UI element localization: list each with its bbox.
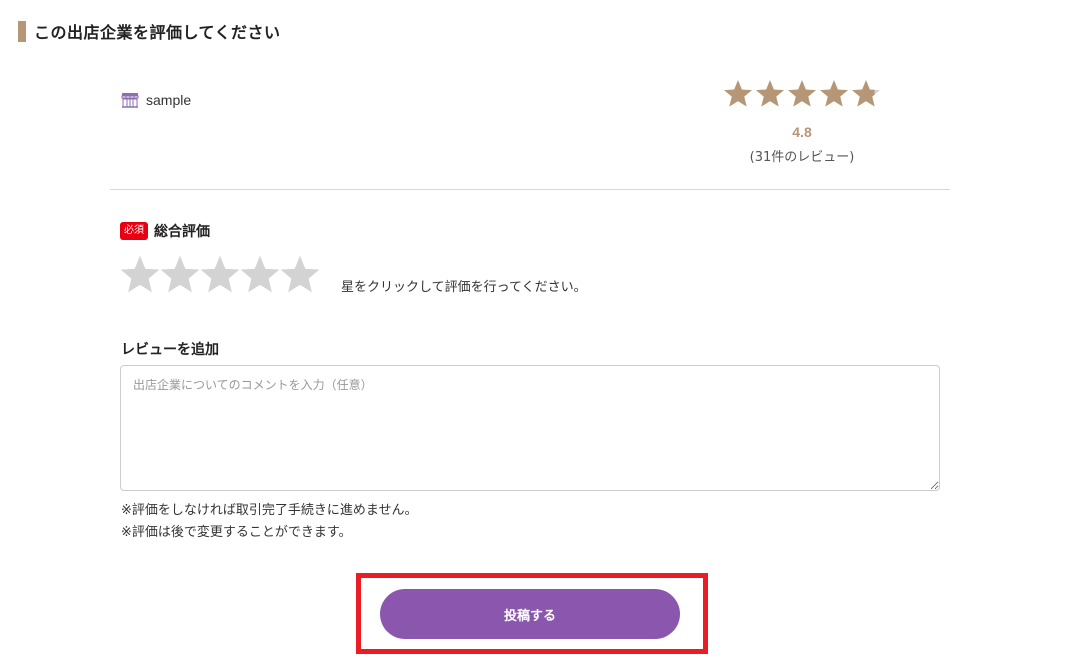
divider [110,189,950,190]
section-heading: この出店企業を評価してください [18,20,281,42]
rating-star-input[interactable] [118,253,320,297]
heading-accent-bar [18,20,26,42]
review-textarea[interactable] [120,365,940,491]
page-title: この出店企業を評価してください [34,23,281,42]
storefront-icon [121,92,139,108]
average-star-icon [786,78,818,116]
average-star-icon [754,78,786,116]
note-changeable: ※評価は後で変更することができます。 [121,525,352,540]
rating-star-1-icon[interactable] [118,253,160,297]
rating-star-4-icon[interactable] [238,253,280,297]
average-score: 4.8 [792,124,812,140]
average-star-icon [722,78,754,116]
rating-star-2-icon[interactable] [158,253,200,297]
rating-star-3-icon[interactable] [198,253,240,297]
submit-button[interactable]: 投稿する [380,589,680,639]
review-label: レビューを追加 [121,342,219,358]
note-required: ※評価をしなければ取引完了手続きに進めません。 [121,503,418,518]
average-star-icon [818,78,850,116]
overall-rating-label: 総合評価 [154,224,210,240]
average-star-icon [850,78,882,116]
overall-rating-label-row: 必須 総合評価 [120,221,210,241]
review-count: (31件のレビュー) [749,150,855,165]
rating-star-5-icon[interactable] [278,253,320,297]
rating-hint: 星をクリックして評価を行ってください。 [341,280,587,295]
shop-name: sample [146,92,192,108]
shop-info: sample [121,92,191,108]
required-badge: 必須 [120,222,148,240]
notes: ※評価をしなければ取引完了手続きに進めません。 ※評価は後で変更することができま… [121,500,418,544]
average-stars [722,78,882,116]
average-rating: 4.8 (31件のレビュー) [722,78,882,165]
